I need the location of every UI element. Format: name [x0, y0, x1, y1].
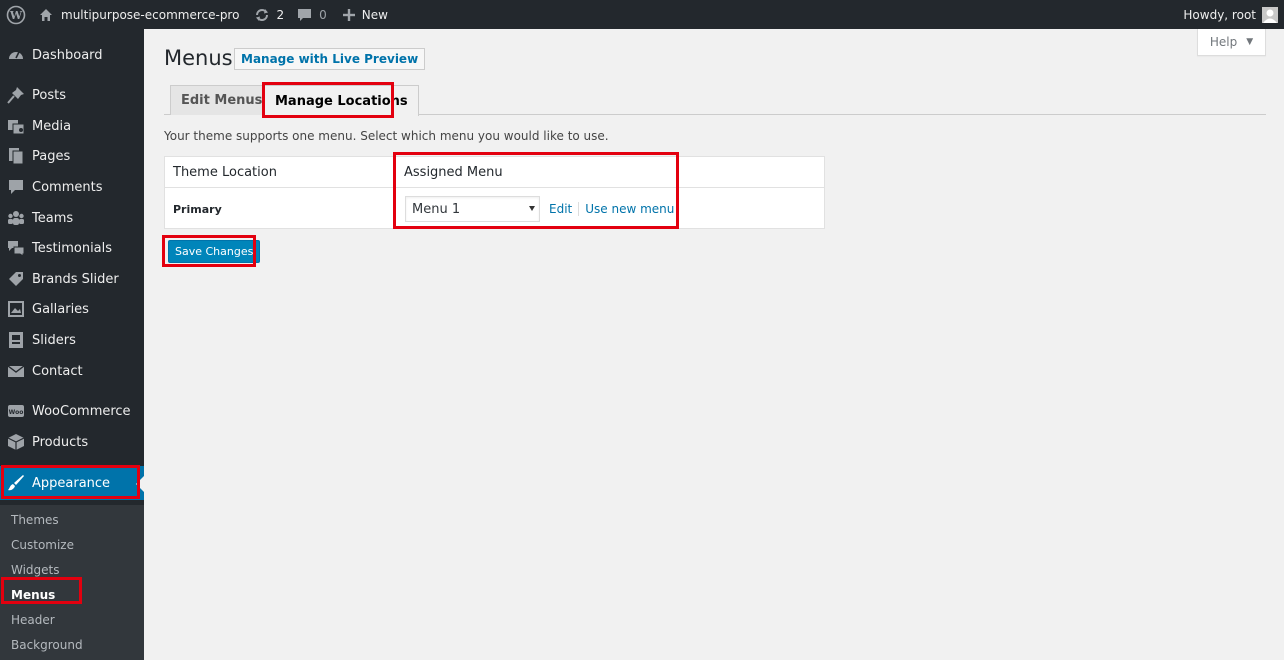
testimonial-icon [6, 238, 26, 258]
new-content-link[interactable]: New [342, 0, 388, 29]
help-tab[interactable]: Help ▼ [1197, 29, 1266, 56]
sidebar-item-label: Products [32, 434, 89, 450]
page-title: Menus [164, 46, 233, 70]
refresh-icon [256, 8, 269, 21]
edit-menu-link[interactable]: Edit [549, 202, 572, 216]
triangle-down-icon: ▼ [1246, 37, 1254, 47]
comments-count: 0 [319, 7, 327, 22]
sidebar-item-label: Comments [32, 179, 103, 195]
dashboard-icon [6, 45, 26, 65]
plus-icon [342, 8, 355, 21]
woo-icon: Woo [6, 401, 26, 421]
tab-edit-menus[interactable]: Edit Menus [170, 85, 274, 115]
sidebar-item-dashboard[interactable]: Dashboard [0, 40, 144, 70]
sidebar-item-label: Appearance [32, 475, 111, 491]
email-icon [6, 361, 26, 381]
archive-icon [6, 432, 26, 452]
sidebar-item-woocommerce[interactable]: Woo WooCommerce [0, 396, 144, 426]
site-name-link[interactable]: multipurpose-ecommerce-pro [39, 0, 239, 29]
current-menu-arrow [136, 476, 144, 492]
pages-icon [6, 146, 26, 166]
sidebar-item-label: Pages [32, 148, 71, 164]
tag-icon [6, 269, 26, 289]
admin-sidebar: Dashboard Posts Media Pages Comments Tea… [0, 29, 144, 660]
sidebar-item-label: Posts [32, 87, 66, 103]
use-new-menu-link[interactable]: Use new menu [585, 202, 674, 216]
sidebar-item-teams[interactable]: Teams [0, 203, 144, 233]
sidebar-item-label: Sliders [32, 332, 76, 348]
location-primary-label: Primary [173, 202, 222, 216]
slides-icon [6, 330, 26, 350]
sidebar-item-products[interactable]: Products [0, 427, 144, 457]
sidebar-item-testimonials[interactable]: Testimonials [0, 233, 144, 263]
updates-count: 2 [276, 7, 285, 22]
pin-icon [6, 85, 26, 105]
link-separator [578, 202, 580, 216]
intro-text: Your theme supports one menu. Select whi… [164, 129, 609, 143]
sidebar-item-label: Brands Slider [32, 271, 119, 287]
assigned-menu-select[interactable]: Menu 1 [405, 196, 540, 222]
submenu-item-widgets[interactable]: Widgets [11, 557, 60, 582]
sidebar-item-gallaries[interactable]: Gallaries [0, 294, 144, 324]
sidebar-item-brands-slider[interactable]: Brands Slider [0, 264, 144, 294]
paintbrush-icon [6, 473, 26, 493]
comment-icon [6, 177, 26, 197]
sidebar-item-contact[interactable]: Contact [0, 356, 144, 386]
menu-locations-table: Theme Location Assigned Menu Primary Men… [164, 156, 825, 229]
submenu-item-background[interactable]: Background [11, 632, 83, 657]
svg-text:W: W [8, 9, 22, 22]
comments-link[interactable]: 0 [297, 0, 327, 29]
sidebar-item-label: Gallaries [32, 301, 89, 317]
main-content: Help ▼ Menus Manage with Live Preview Ed… [144, 29, 1284, 660]
groups-icon [6, 208, 26, 228]
selected-menu-value: Menu 1 [412, 201, 461, 217]
updates-link[interactable]: 2 [254, 0, 284, 29]
avatar [1262, 6, 1278, 23]
howdy-text: Howdy, root [1183, 7, 1256, 22]
home-icon [40, 8, 52, 21]
sidebar-item-pages[interactable]: Pages [0, 141, 144, 171]
submenu-item-customize[interactable]: Customize [11, 532, 74, 557]
gallery-icon [6, 299, 26, 319]
sidebar-item-comments[interactable]: Comments [0, 172, 144, 202]
sidebar-item-media[interactable]: Media [0, 111, 144, 141]
comment-bubble-icon [298, 8, 312, 21]
new-label: New [361, 7, 388, 22]
sidebar-item-label: Media [32, 118, 72, 134]
sidebar-item-label: Dashboard [32, 47, 103, 63]
sidebar-item-label: Testimonials [32, 240, 113, 256]
submenu-item-menus[interactable]: Menus [11, 582, 55, 607]
header-theme-location: Theme Location [173, 165, 277, 180]
admin-bar: W multipurpose-ecommerce-pro 2 0 New How… [0, 0, 1284, 29]
sidebar-item-sliders[interactable]: Sliders [0, 325, 144, 355]
header-assigned-menu: Assigned Menu [404, 165, 503, 180]
site-name: multipurpose-ecommerce-pro [61, 7, 240, 22]
location-row-links: Edit Use new menu [549, 190, 674, 228]
help-label: Help [1209, 35, 1238, 49]
live-preview-button[interactable]: Manage with Live Preview [234, 48, 426, 70]
wordpress-logo-icon[interactable]: W [1, 0, 30, 29]
nav-tab-wrapper: Edit Menus Manage Locations [164, 85, 1266, 116]
submenu-item-header[interactable]: Header [11, 607, 55, 632]
sidebar-item-appearance[interactable]: Appearance [0, 466, 144, 500]
svg-text:Woo: Woo [9, 409, 24, 416]
sidebar-item-label: WooCommerce [32, 403, 131, 419]
tab-manage-locations[interactable]: Manage Locations [264, 85, 419, 116]
sidebar-item-posts[interactable]: Posts [0, 80, 144, 110]
appearance-submenu: Themes Customize Widgets Menus Header Ba… [0, 505, 144, 660]
my-account-link[interactable]: Howdy, root [1183, 0, 1284, 29]
sidebar-item-label: Contact [32, 363, 83, 379]
media-icon [6, 116, 26, 136]
sidebar-item-label: Teams [32, 210, 74, 226]
dropdown-caret-icon [529, 206, 535, 211]
save-changes-button[interactable]: Save Changes [168, 240, 261, 263]
submenu-item-themes[interactable]: Themes [11, 507, 59, 532]
